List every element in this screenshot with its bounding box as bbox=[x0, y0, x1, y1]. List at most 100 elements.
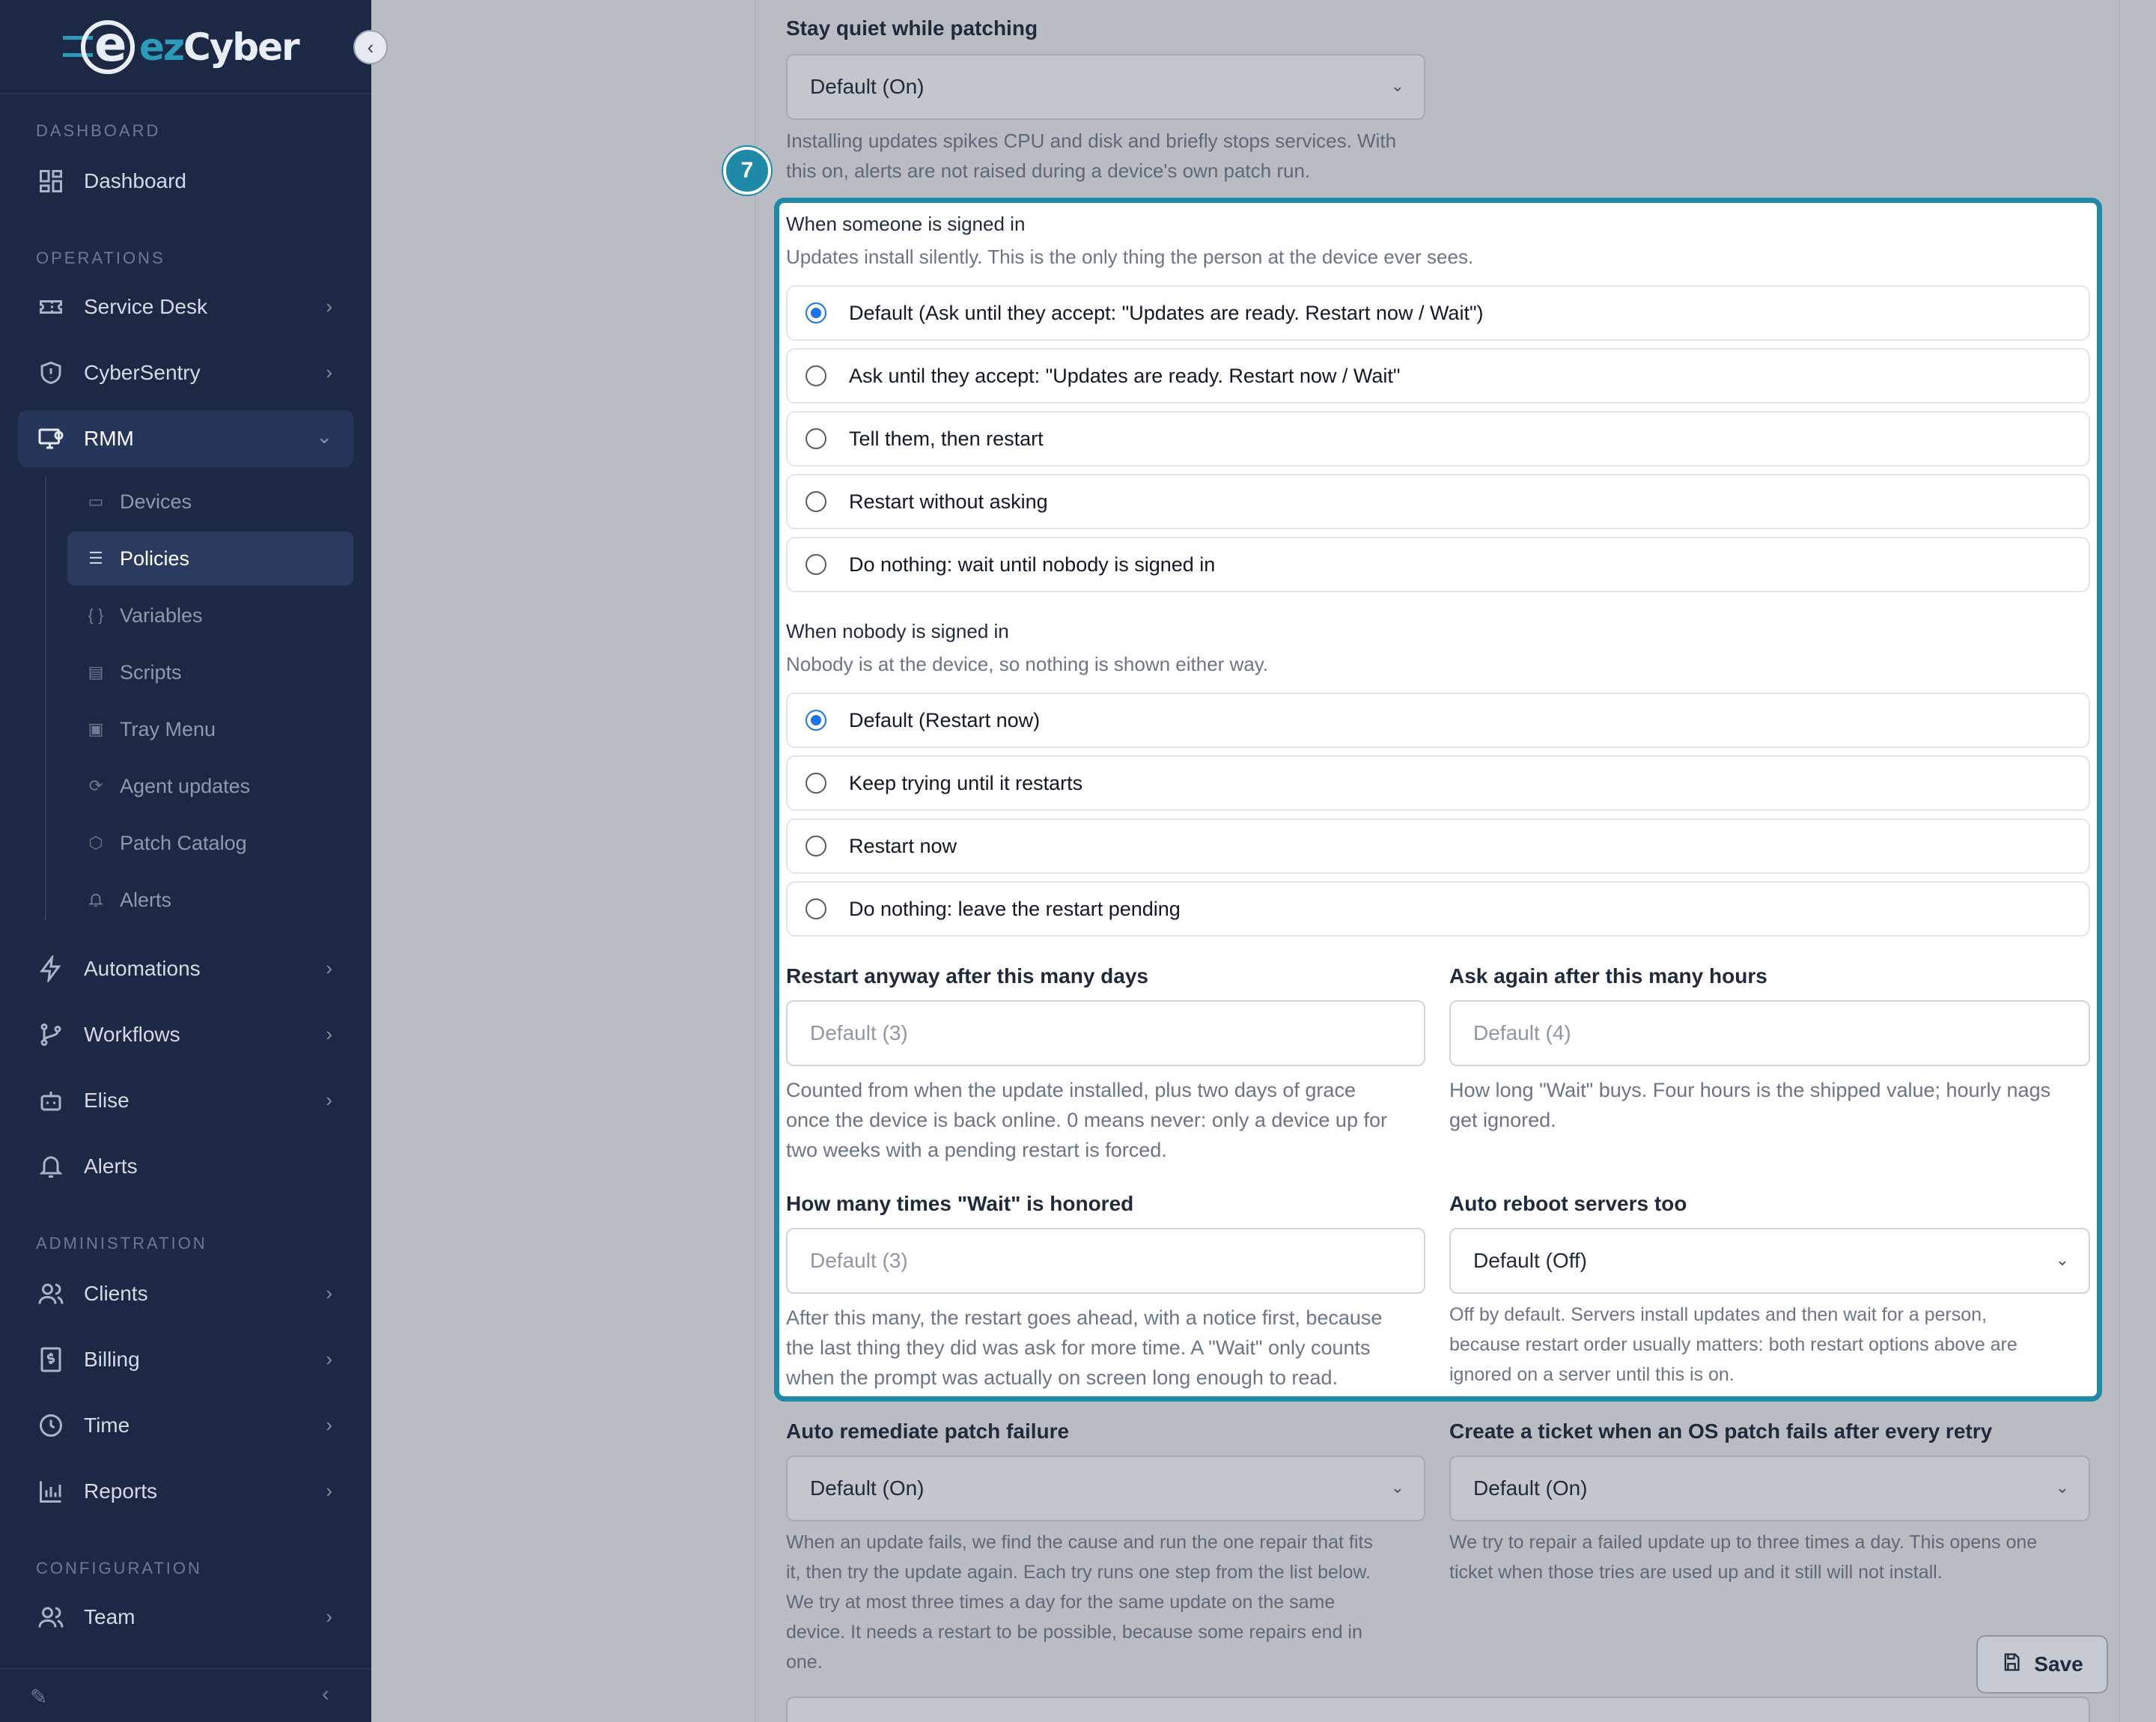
auto-remediate-help-4: device. It needs a restart to be possibl… bbox=[786, 1622, 1362, 1643]
collapse-sidebar-button[interactable]: ‹ bbox=[353, 30, 388, 64]
nobody-option[interactable]: Keep trying until it restarts bbox=[786, 755, 2090, 811]
sub-variables-label: Variables bbox=[120, 603, 203, 627]
radio-button[interactable] bbox=[806, 428, 826, 449]
nav-time-label: Time bbox=[84, 1414, 130, 1437]
sub-devices[interactable]: ▭ Devices bbox=[67, 475, 353, 529]
signed-in-option[interactable]: Restart without asking bbox=[786, 474, 2090, 529]
logo-prefix: ez bbox=[139, 25, 185, 69]
nobody-signed-in-subtitle: Nobody is at the device, so nothing is s… bbox=[786, 653, 1269, 675]
save-icon bbox=[2001, 1652, 2022, 1678]
ezcyber-logo[interactable]: ezCyber bbox=[63, 17, 300, 75]
sub-agent-updates[interactable]: ⟳ Agent updates bbox=[67, 759, 353, 813]
auto-remediate-value: Default (On) bbox=[810, 1476, 925, 1500]
radio-button[interactable] bbox=[806, 365, 826, 386]
sub-policies[interactable]: ☰ Policies bbox=[67, 532, 353, 585]
nav-dashboard[interactable]: Dashboard bbox=[18, 153, 353, 210]
nobody-option-label: Keep trying until it restarts bbox=[849, 771, 1083, 794]
signed-in-option[interactable]: Ask until they accept: "Updates are read… bbox=[786, 348, 2090, 404]
wait-count-help-2: the last thing they did was ask for more… bbox=[786, 1336, 1371, 1359]
chevron-right-icon: › bbox=[326, 295, 332, 317]
chevron-right-icon: › bbox=[326, 1479, 332, 1502]
restart-days-help-3: two weeks with a pending restart is forc… bbox=[786, 1139, 1167, 1161]
auto-remediate-help-1: When an update fails, we find the cause … bbox=[786, 1532, 1373, 1553]
nav-workflows-label: Workflows bbox=[84, 1023, 180, 1046]
section-configuration: CONFIGURATION bbox=[36, 1559, 202, 1578]
create-ticket-select[interactable]: Default (On) ⌄ bbox=[1449, 1455, 2090, 1521]
next-field-partial[interactable] bbox=[786, 1697, 2090, 1722]
nav-workflows[interactable]: Workflows › bbox=[18, 1006, 353, 1063]
ask-again-help-1: How long "Wait" buys. Four hours is the … bbox=[1449, 1079, 2051, 1101]
stay-quiet-select[interactable]: Default (On) ⌄ bbox=[786, 54, 1425, 120]
sub-patch-catalog[interactable]: ⬡ Patch Catalog bbox=[67, 816, 353, 870]
stay-quiet-help-2: this on, alerts are not raised during a … bbox=[786, 159, 1311, 182]
step-badge: 7 bbox=[723, 147, 771, 195]
package-icon: ⬡ bbox=[88, 833, 103, 852]
radio-button[interactable] bbox=[806, 836, 826, 857]
chevron-left-icon[interactable]: ‹ bbox=[322, 1682, 329, 1707]
create-ticket-help-2: ticket when those tries are used up and … bbox=[1449, 1562, 1943, 1583]
sub-patch-catalog-label: Patch Catalog bbox=[120, 831, 247, 854]
nobody-option[interactable]: Restart now bbox=[786, 818, 2090, 874]
radio-button[interactable] bbox=[806, 491, 826, 512]
nobody-signed-in-title: When nobody is signed in bbox=[786, 620, 1009, 642]
nav-cybersentry[interactable]: CyberSentry › bbox=[18, 344, 353, 401]
signed-in-option-label: Tell them, then restart bbox=[849, 427, 1044, 450]
signed-in-title: When someone is signed in bbox=[786, 213, 1026, 235]
chevron-down-icon: ⌄ bbox=[2055, 1250, 2069, 1269]
nav-automations[interactable]: Automations › bbox=[18, 940, 353, 997]
sub-alerts[interactable]: Alerts bbox=[67, 873, 353, 927]
nobody-option[interactable]: Default (Restart now) bbox=[786, 693, 2090, 748]
sub-tray-menu[interactable]: ▣ Tray Menu bbox=[67, 702, 353, 756]
bolt-icon bbox=[36, 954, 66, 984]
signed-in-option[interactable]: Do nothing: wait until nobody is signed … bbox=[786, 537, 2090, 592]
nav-time[interactable]: Time › bbox=[18, 1397, 353, 1454]
ask-again-help-2: get ignored. bbox=[1449, 1109, 1556, 1131]
sub-devices-label: Devices bbox=[120, 490, 192, 513]
auto-remediate-help-2: it, then try the update again. Each try … bbox=[786, 1562, 1371, 1583]
wait-count-input[interactable]: Default (3) bbox=[786, 1228, 1425, 1294]
nav-team[interactable]: Team › bbox=[18, 1589, 353, 1646]
auto-reboot-servers-select[interactable]: Default (Off) ⌄ bbox=[1449, 1228, 2090, 1294]
nav-automations-label: Automations bbox=[84, 957, 201, 980]
auto-remediate-help-5: one. bbox=[786, 1652, 823, 1673]
nav-rmm[interactable]: RMM ⌄ bbox=[18, 410, 353, 467]
chevron-right-icon: › bbox=[326, 1348, 332, 1370]
nav-team-label: Team bbox=[84, 1605, 135, 1628]
radio-button[interactable] bbox=[806, 773, 826, 794]
auto-remediate-select[interactable]: Default (On) ⌄ bbox=[786, 1455, 1425, 1521]
section-dashboard: DASHBOARD bbox=[36, 121, 161, 140]
radio-button[interactable] bbox=[806, 898, 826, 919]
signed-in-option[interactable]: Default (Ask until they accept: "Updates… bbox=[786, 285, 2090, 341]
nav-reports[interactable]: Reports › bbox=[18, 1463, 353, 1520]
nobody-option-label: Default (Restart now) bbox=[849, 708, 1041, 731]
nav-clients[interactable]: Clients › bbox=[18, 1265, 353, 1322]
chevron-down-icon: ⌄ bbox=[1390, 76, 1404, 95]
restart-days-input[interactable]: Default (3) bbox=[786, 1000, 1425, 1066]
signed-in-option-label: Do nothing: wait until nobody is signed … bbox=[849, 553, 1216, 576]
signed-in-option-label: Ask until they accept: "Updates are read… bbox=[849, 364, 1401, 387]
sub-scripts[interactable]: ▤ Scripts bbox=[67, 645, 353, 699]
sub-variables[interactable]: { } Variables bbox=[67, 588, 353, 642]
nav-cybersentry-label: CyberSentry bbox=[84, 361, 201, 384]
pencil-icon[interactable]: ✎ bbox=[30, 1685, 47, 1709]
signed-in-option[interactable]: Tell them, then restart bbox=[786, 411, 2090, 466]
nav-rmm-label: RMM bbox=[84, 427, 134, 450]
nav-service-desk[interactable]: Service Desk › bbox=[18, 279, 353, 335]
nav-billing[interactable]: Billing › bbox=[18, 1331, 353, 1388]
save-button[interactable]: Save bbox=[1976, 1635, 2108, 1694]
sub-policies-label: Policies bbox=[120, 547, 190, 570]
radio-button[interactable] bbox=[806, 302, 826, 323]
nav-alerts[interactable]: Alerts bbox=[18, 1138, 353, 1195]
nav-elise[interactable]: Elise › bbox=[18, 1072, 353, 1129]
radio-button[interactable] bbox=[806, 710, 826, 731]
create-ticket-label: Create a ticket when an OS patch fails a… bbox=[1449, 1420, 1993, 1443]
nav-elise-label: Elise bbox=[84, 1089, 130, 1112]
chevron-right-icon: › bbox=[326, 1023, 332, 1045]
restart-days-help-1: Counted from when the update installed, … bbox=[786, 1079, 1356, 1101]
create-ticket-value: Default (On) bbox=[1473, 1476, 1588, 1500]
auto-reboot-servers-help-1: Off by default. Servers install updates … bbox=[1449, 1304, 1988, 1325]
ask-again-input[interactable]: Default (4) bbox=[1449, 1000, 2090, 1066]
radio-button[interactable] bbox=[806, 554, 826, 575]
chevron-left-icon: ‹ bbox=[367, 35, 374, 58]
nobody-option[interactable]: Do nothing: leave the restart pending bbox=[786, 881, 2090, 937]
